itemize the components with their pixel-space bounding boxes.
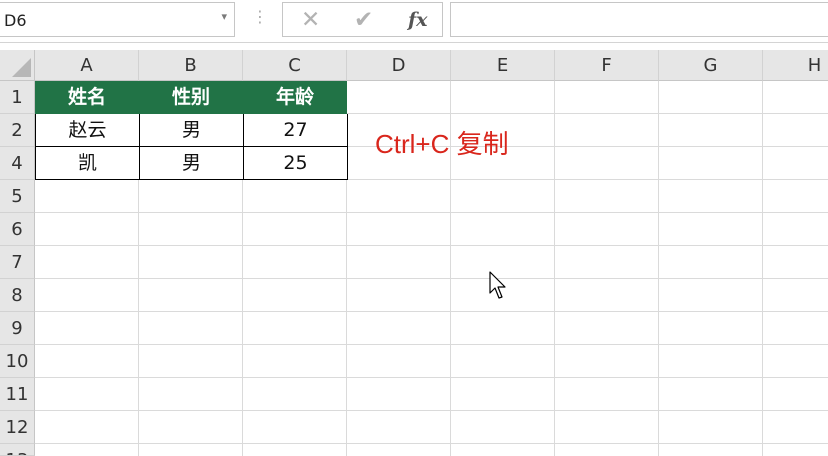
table-header-name[interactable]: 姓名 <box>35 81 139 114</box>
column-header-a[interactable]: A <box>35 50 139 81</box>
row-header-11[interactable]: 11 <box>0 378 35 411</box>
table-cell[interactable]: 男 <box>140 114 244 147</box>
name-box-value: D6 <box>4 11 27 30</box>
enter-check-icon[interactable]: ✔ <box>354 7 373 33</box>
column-header-e[interactable]: E <box>451 50 555 81</box>
table-cell[interactable]: 赵云 <box>35 114 140 147</box>
table-header-gender[interactable]: 性别 <box>139 81 243 114</box>
row-headers: 1 2 4 5 6 7 8 9 10 11 12 13 <box>0 81 35 456</box>
insert-function-icon[interactable]: fx <box>408 9 428 31</box>
select-all-button[interactable] <box>0 50 35 81</box>
name-box[interactable]: D6 ▾ <box>0 2 235 37</box>
column-header-g[interactable]: G <box>659 50 763 81</box>
column-headers: A B C D E F G H <box>35 50 828 81</box>
column-header-h[interactable]: H <box>763 50 828 81</box>
select-all-triangle-icon <box>12 58 31 77</box>
formula-bar: D6 ▾ ⋮ ✕ ✔ fx <box>0 0 828 43</box>
table-cell[interactable]: 凯 <box>35 147 140 180</box>
table-cell[interactable]: 25 <box>244 147 348 180</box>
formula-input[interactable] <box>450 2 828 37</box>
vertical-dots-icon[interactable]: ⋮ <box>252 9 268 25</box>
table-cell[interactable]: 27 <box>244 114 348 147</box>
formula-buttons: ✕ ✔ fx <box>282 2 443 37</box>
column-header-c[interactable]: C <box>243 50 347 81</box>
row-header-1[interactable]: 1 <box>0 81 35 114</box>
row-header-7[interactable]: 7 <box>0 246 35 279</box>
ctrl-c-copy-annotation: Ctrl+C 复制 <box>375 129 509 159</box>
row-header-2[interactable]: 2 <box>0 114 35 147</box>
row-header-10[interactable]: 10 <box>0 345 35 378</box>
table-cell[interactable]: 男 <box>140 147 244 180</box>
row-header-13[interactable]: 13 <box>0 444 35 456</box>
column-header-d[interactable]: D <box>347 50 451 81</box>
mouse-pointer-icon <box>489 271 506 299</box>
row-header-8[interactable]: 8 <box>0 279 35 312</box>
table-header-age[interactable]: 年龄 <box>243 81 347 114</box>
column-header-b[interactable]: B <box>139 50 243 81</box>
row-header-6[interactable]: 6 <box>0 213 35 246</box>
column-header-f[interactable]: F <box>555 50 659 81</box>
row-header-4[interactable]: 4 <box>0 147 35 180</box>
row-header-5[interactable]: 5 <box>0 180 35 213</box>
chevron-down-icon[interactable]: ▾ <box>221 10 227 23</box>
cancel-icon[interactable]: ✕ <box>301 7 320 33</box>
row-header-12[interactable]: 12 <box>0 411 35 444</box>
row-header-9[interactable]: 9 <box>0 312 35 345</box>
